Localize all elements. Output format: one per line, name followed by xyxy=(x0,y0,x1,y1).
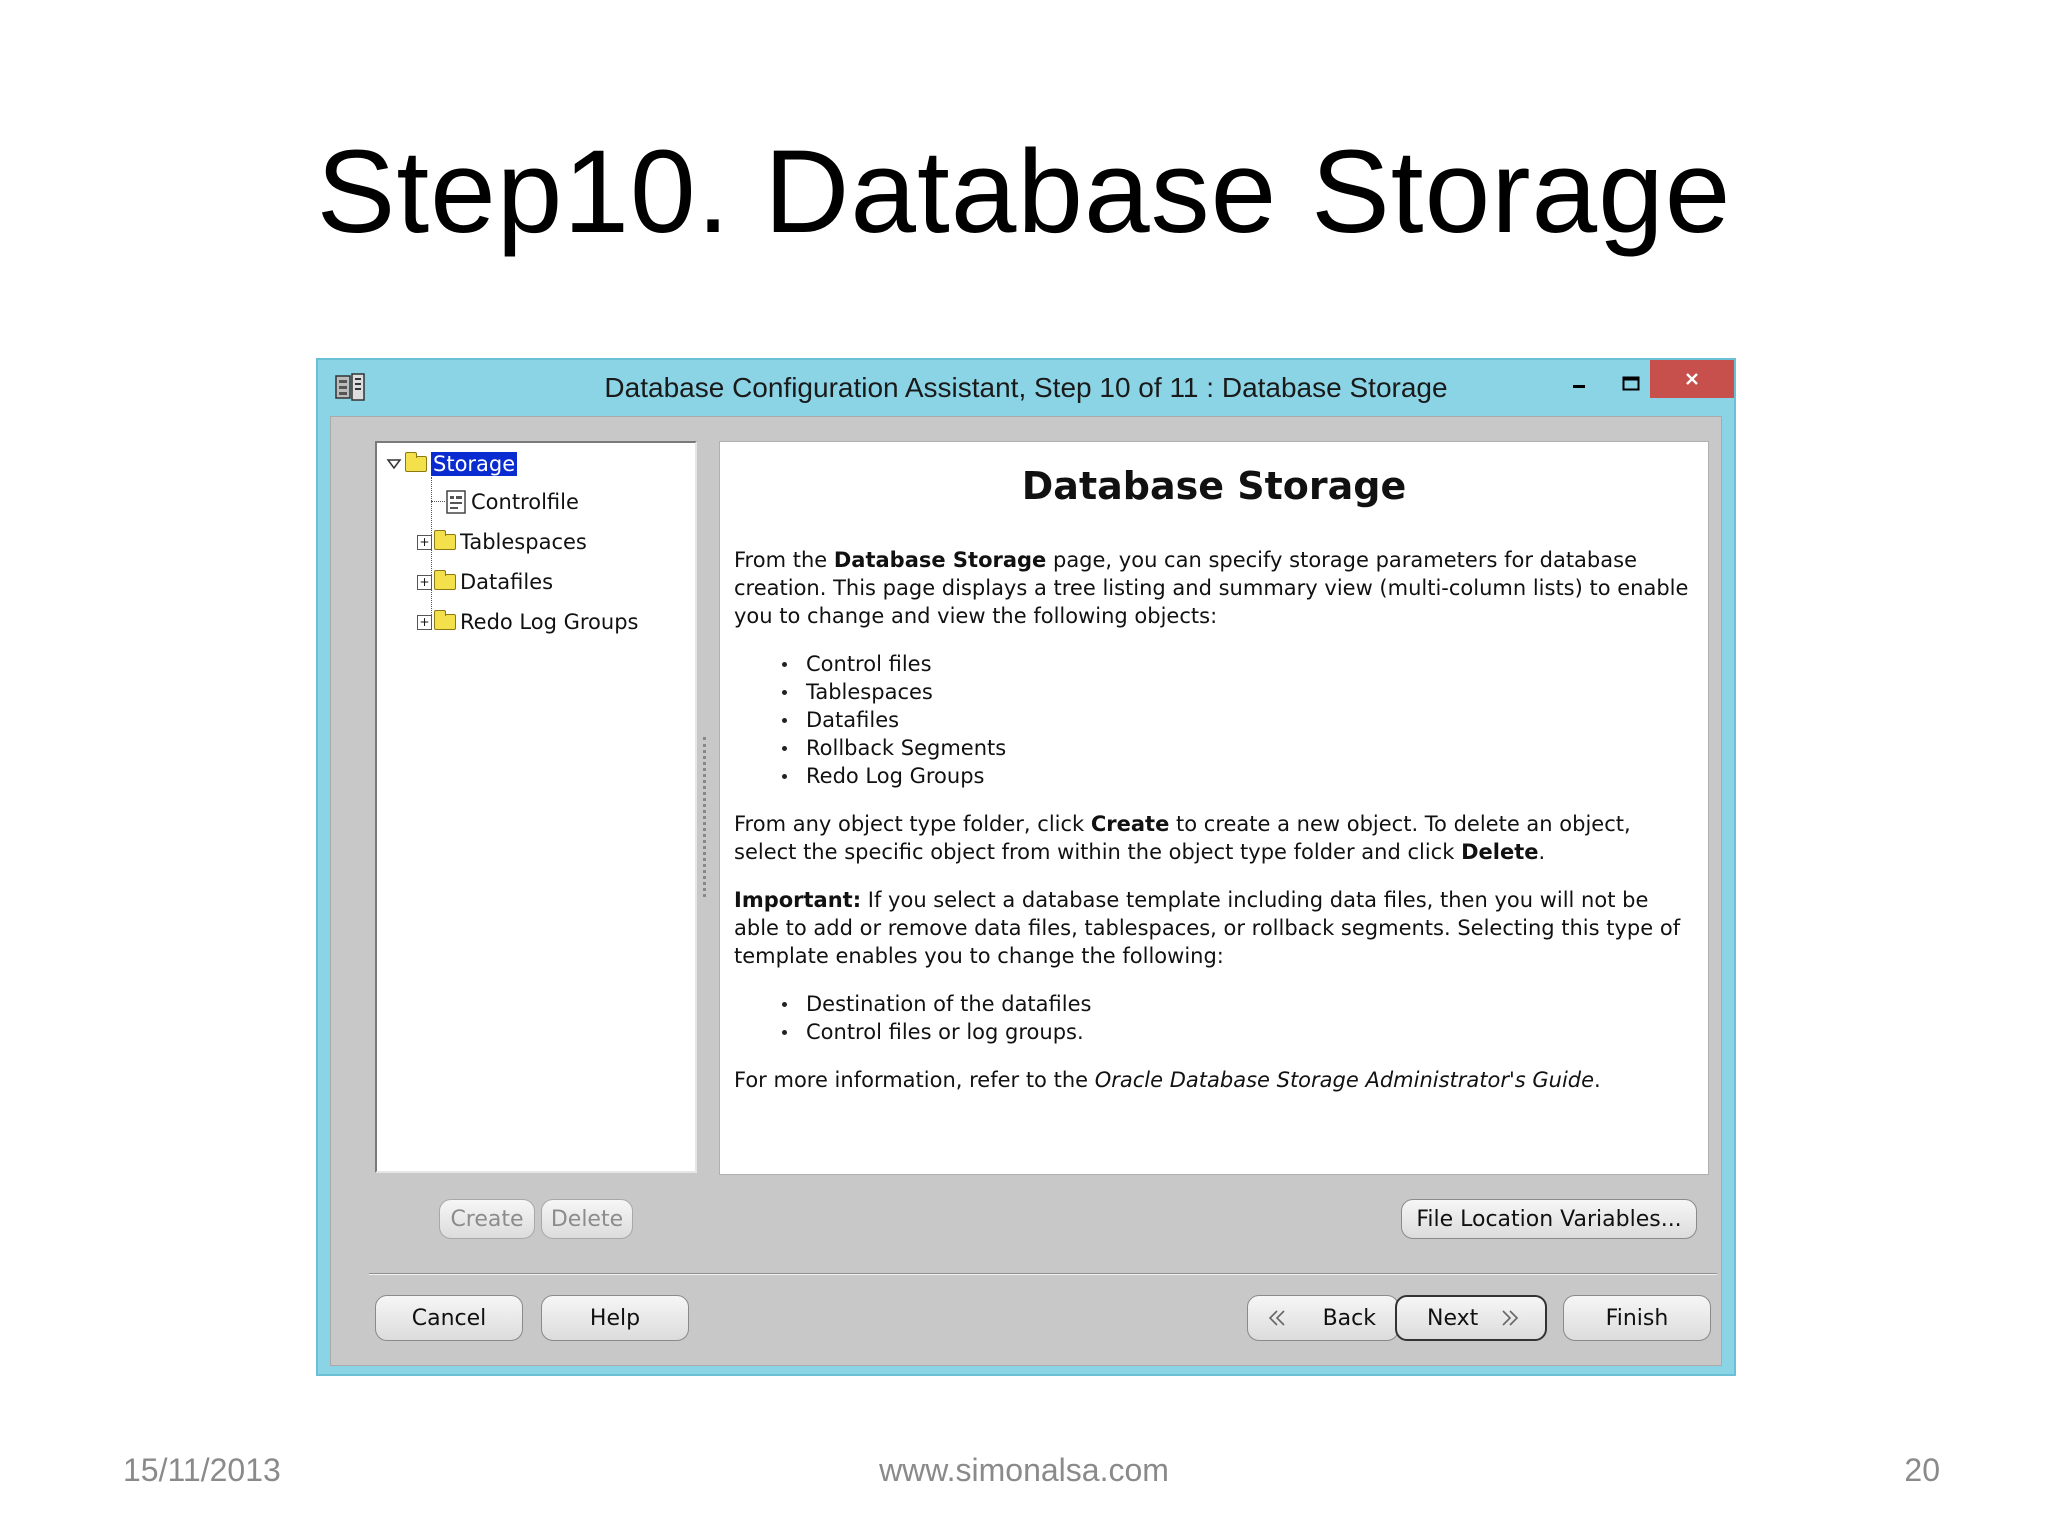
tree-node-tablespaces[interactable]: + Tablespaces xyxy=(417,527,587,557)
dialog-client-area: Storage Controlfile + Tablespaces + Data… xyxy=(330,416,1722,1366)
maximize-button[interactable] xyxy=(1608,364,1654,404)
close-button[interactable] xyxy=(1650,360,1734,398)
expand-icon[interactable]: + xyxy=(417,534,432,550)
next-label: Next xyxy=(1427,1305,1479,1331)
help-content-panel: Database Storage From the Database Stora… xyxy=(719,441,1709,1175)
back-button[interactable]: Back xyxy=(1247,1295,1399,1341)
tree-node-label: Redo Log Groups xyxy=(460,610,639,634)
storage-tree[interactable]: Storage Controlfile + Tablespaces + Data… xyxy=(375,441,697,1173)
tree-node-label: Storage xyxy=(429,451,519,477)
controlfile-icon xyxy=(446,490,466,514)
cancel-button[interactable]: Cancel xyxy=(375,1295,523,1341)
expand-icon[interactable]: + xyxy=(417,614,432,630)
dbca-window: Database Configuration Assistant, Step 1… xyxy=(316,358,1736,1376)
tree-node-storage[interactable]: Storage xyxy=(385,449,519,479)
help-button[interactable]: Help xyxy=(541,1295,689,1341)
folder-icon xyxy=(434,570,456,590)
objects-list: Control files Tablespaces Datafiles Roll… xyxy=(782,650,1694,790)
tree-node-redo-log-groups[interactable]: + Redo Log Groups xyxy=(417,607,638,637)
footer-page-number: 20 xyxy=(1904,1452,1940,1488)
maximize-icon xyxy=(1622,376,1640,391)
expand-icon[interactable]: + xyxy=(417,574,432,590)
paragraph-create-delete: From any object type folder, click Creat… xyxy=(734,812,1631,864)
list-item: Tablespaces xyxy=(782,678,1694,706)
collapse-icon xyxy=(386,459,402,470)
tree-node-label: Controlfile xyxy=(471,490,579,514)
tree-node-controlfile[interactable]: Controlfile xyxy=(445,487,579,517)
title-bar[interactable]: Database Configuration Assistant, Step 1… xyxy=(318,360,1734,414)
list-item: Control files xyxy=(782,650,1694,678)
minimize-button[interactable] xyxy=(1556,364,1602,404)
minimize-icon xyxy=(1573,385,1585,388)
chevron-left-double-icon xyxy=(1268,1310,1285,1326)
list-item: Redo Log Groups xyxy=(782,762,1694,790)
paragraph-intro: From the Database Storage page, you can … xyxy=(734,548,1689,628)
folder-icon xyxy=(434,610,456,630)
panel-splitter[interactable] xyxy=(703,737,707,897)
next-button[interactable]: Next xyxy=(1395,1295,1547,1341)
window-title: Database Configuration Assistant, Step 1… xyxy=(604,372,1448,403)
footer-url: www.simonalsa.com xyxy=(879,1452,1169,1488)
paragraph-more-info: For more information, refer to the Oracl… xyxy=(734,1068,1601,1092)
chevron-right-double-icon xyxy=(1502,1310,1519,1326)
tree-node-label: Datafiles xyxy=(460,570,554,594)
back-label: Back xyxy=(1322,1305,1376,1331)
list-item: Control files or log groups. xyxy=(782,1018,1694,1046)
folder-icon xyxy=(434,530,456,550)
list-item: Rollback Segments xyxy=(782,734,1694,762)
content-body: From the Database Storage page, you can … xyxy=(734,546,1694,1114)
file-location-variables-button[interactable]: File Location Variables... xyxy=(1401,1199,1697,1239)
delete-button[interactable]: Delete xyxy=(541,1199,633,1239)
content-heading: Database Storage xyxy=(1021,464,1407,508)
folder-open-icon xyxy=(405,452,427,472)
list-item: Datafiles xyxy=(782,706,1694,734)
separator xyxy=(369,1273,1717,1275)
list-item: Destination of the datafiles xyxy=(782,990,1694,1018)
slide-title: Step10. Database Storage xyxy=(316,126,1732,258)
create-button[interactable]: Create xyxy=(439,1199,535,1239)
template-list: Destination of the datafiles Control fil… xyxy=(782,990,1694,1046)
tree-node-label: Tablespaces xyxy=(460,530,587,554)
tree-node-datafiles[interactable]: + Datafiles xyxy=(417,567,553,597)
paragraph-important: Important: If you select a database temp… xyxy=(734,888,1681,968)
finish-button[interactable]: Finish xyxy=(1563,1295,1711,1341)
close-icon xyxy=(1686,373,1698,385)
